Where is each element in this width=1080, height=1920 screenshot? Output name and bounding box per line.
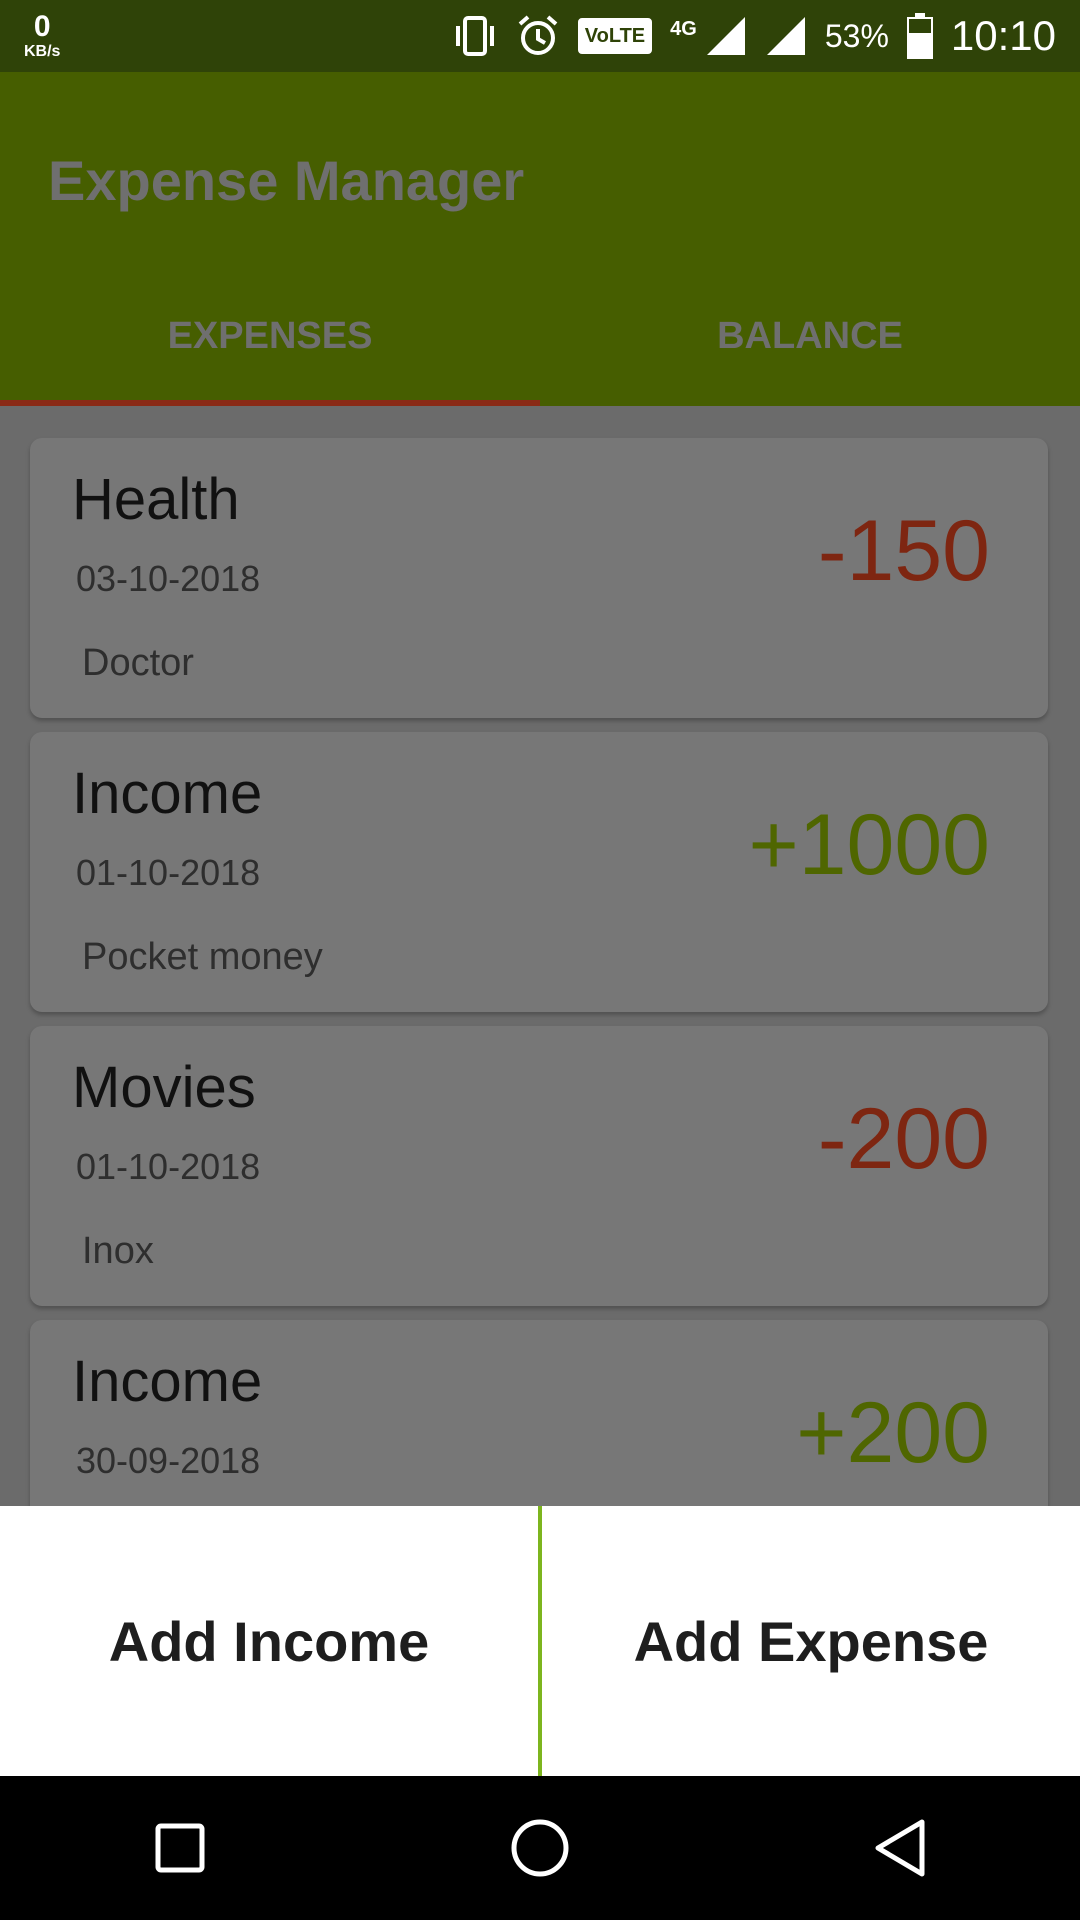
volte-icon: VoLTE xyxy=(577,18,653,54)
network-speed-unit: KB/s xyxy=(24,43,61,60)
tab-balance[interactable]: BALANCE xyxy=(540,266,1080,406)
transaction-card[interactable]: Movies 01-10-2018 Inox -200 xyxy=(30,1026,1048,1306)
transaction-note: Pocket money xyxy=(82,936,323,978)
transaction-amount: -200 xyxy=(817,1091,990,1187)
tab-expenses-label: EXPENSES xyxy=(167,314,373,357)
add-expense-button[interactable]: Add Expense xyxy=(542,1506,1080,1776)
transaction-note: Inox xyxy=(82,1230,154,1272)
home-icon xyxy=(511,1819,569,1877)
transaction-category: Income xyxy=(72,761,263,826)
alarm-icon xyxy=(516,14,560,58)
network-type: 4G xyxy=(670,18,697,40)
status-bar: 0 KB/s VoLTE 4G 53% 10:10 xyxy=(0,0,1080,72)
transaction-list[interactable]: Health 03-10-2018 Doctor -150 Income 01-… xyxy=(0,406,1080,1506)
recents-button[interactable] xyxy=(120,1788,240,1908)
tab-expenses[interactable]: EXPENSES xyxy=(0,266,540,406)
transaction-amount: +200 xyxy=(796,1385,990,1481)
transaction-note: Doctor xyxy=(82,642,194,684)
signal-icon xyxy=(765,15,807,57)
transaction-amount: +1000 xyxy=(748,797,990,893)
transaction-amount: -150 xyxy=(817,503,990,599)
tab-balance-label: BALANCE xyxy=(717,314,903,357)
transaction-card[interactable]: Income 01-10-2018 Pocket money +1000 xyxy=(30,732,1048,1012)
signal-4g-icon xyxy=(705,15,747,57)
action-bar: Add Income Add Expense xyxy=(0,1506,1080,1776)
battery-percent: 53% xyxy=(824,17,889,54)
add-income-button[interactable]: Add Income xyxy=(0,1506,538,1776)
home-button[interactable] xyxy=(480,1788,600,1908)
transaction-date: 03-10-2018 xyxy=(76,558,261,599)
transaction-date: 01-10-2018 xyxy=(76,852,261,893)
transaction-card[interactable]: Income 30-09-2018 +200 xyxy=(30,1320,1048,1506)
app-bar: Expense Manager EXPENSES BALANCE xyxy=(0,72,1080,406)
transaction-date: 01-10-2018 xyxy=(76,1146,261,1187)
tab-bar: EXPENSES BALANCE xyxy=(0,266,1080,406)
back-button[interactable] xyxy=(840,1788,960,1908)
transaction-category: Health xyxy=(72,467,240,532)
vibrate-icon xyxy=(452,14,498,58)
navigation-bar xyxy=(0,1776,1080,1920)
transaction-card[interactable]: Health 03-10-2018 Doctor -150 xyxy=(30,438,1048,718)
battery-icon xyxy=(906,13,933,59)
network-speed-value: 0 xyxy=(33,10,51,43)
transaction-date: 30-09-2018 xyxy=(76,1440,261,1481)
network-speed: 0 KB/s xyxy=(24,12,60,60)
clock: 10:10 xyxy=(950,12,1056,59)
transaction-category: Movies xyxy=(72,1055,256,1120)
transaction-category: Income xyxy=(72,1349,263,1414)
app-title: Expense Manager xyxy=(48,149,525,212)
status-icons: VoLTE 4G 53% 10:10 xyxy=(452,12,1056,60)
recents-icon xyxy=(155,1823,205,1873)
back-icon xyxy=(875,1819,925,1877)
